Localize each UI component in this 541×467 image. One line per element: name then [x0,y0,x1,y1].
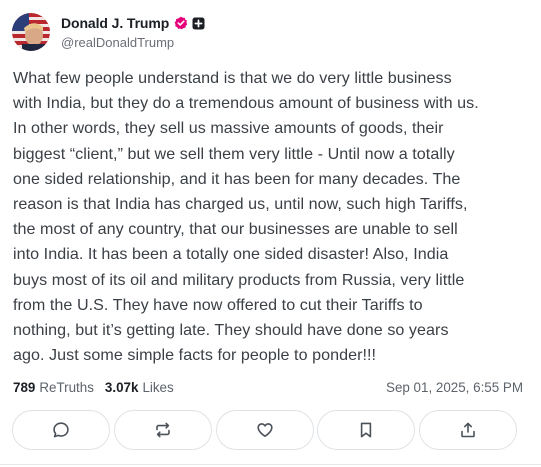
post-line: buys most of its oil and military produc… [13,270,465,289]
avatar[interactable] [12,13,50,51]
post-line: nothing, but it’s getting late. They sho… [13,321,449,340]
post-line: with India, but they do a tremendous amo… [13,94,479,113]
post-line: one sided relationship, and it has been … [13,169,461,188]
like-button[interactable] [215,410,314,450]
retruth-icon [155,422,170,438]
share-button[interactable] [419,410,517,450]
plus-badge-icon [192,17,205,29]
post-line: What few people understand is that we do… [13,69,452,87]
likes-count: 3.07k [104,379,139,395]
retruth-button[interactable] [113,410,212,450]
retruths-label: ReTruths [39,379,94,395]
avatar-image [12,13,50,51]
post-timestamp[interactable]: Sep 01, 2025, 6:55 PM [386,380,523,395]
author-names: Donald J. Trump @realDonaldTrump [61,14,205,50]
likes-stat[interactable]: 3.07k Likes [105,380,174,395]
post-line: from the U.S. They have now offered to c… [13,295,423,314]
post-card: Donald J. Trump @realDonaldTrump What fe… [0,0,541,467]
post-line: the most of any country, that our busine… [13,220,458,239]
retruths-count: 789 [13,379,36,395]
post-body: What few people understand is that we do… [13,66,533,368]
likes-label: Likes [142,379,174,395]
post-line: In other words, they sell us massive amo… [13,119,444,138]
post-header: Donald J. Trump @realDonaldTrump [12,12,205,52]
share-icon [461,422,475,438]
bookmark-icon [361,422,372,438]
bookmark-button[interactable] [317,410,416,450]
divider [0,464,541,465]
retruths-stat[interactable]: 789 ReTruths [13,380,94,395]
author-handle[interactable]: @realDonaldTrump [61,35,205,50]
verified-badge-icon [174,16,188,30]
reply-button[interactable] [12,410,110,450]
name-row: Donald J. Trump [61,14,205,32]
action-bar [12,410,517,450]
post-line: reason is that India has charged us, unt… [13,195,468,214]
post-line: biggest “client,” but we sell them very … [13,144,455,163]
display-name[interactable]: Donald J. Trump [61,15,169,31]
post-line: into India. It has been a totally one si… [13,245,449,264]
reply-icon [53,422,69,438]
post-line: ago. Just some simple facts for people t… [13,346,377,365]
like-icon [256,423,273,437]
post-stats: 789 ReTruths 3.07k Likes Sep 01, 2025, 6… [13,378,523,396]
